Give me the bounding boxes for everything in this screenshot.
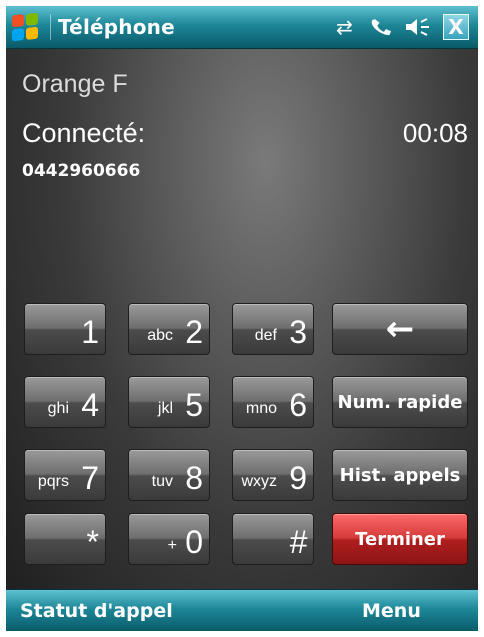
call-status-softkey[interactable]: Statut d'appel xyxy=(20,600,173,622)
end-call-button[interactable]: Terminer xyxy=(332,513,468,565)
soft-key-bar: Statut d'appel Menu xyxy=(6,589,478,631)
phone-screen: Téléphone ⇄ X Orange F Connecté: 00:08 0… xyxy=(6,6,478,631)
sync-arrows-icon[interactable]: ⇄ xyxy=(336,15,353,39)
key-5[interactable]: jkl 5 xyxy=(128,376,210,428)
key-letters: mno xyxy=(245,400,277,417)
key-digit: 0 xyxy=(185,524,203,560)
key-hash[interactable]: # xyxy=(232,513,314,565)
menu-softkey[interactable]: Menu xyxy=(362,600,421,622)
speaker-icon-shape xyxy=(406,18,429,36)
key-digit: * xyxy=(86,524,99,560)
key-9[interactable]: wxyz 9 xyxy=(232,449,314,501)
key-digit: # xyxy=(289,524,307,560)
key-digit: 2 xyxy=(185,314,203,350)
call-number: 0442960666 xyxy=(22,161,141,181)
key-letters: ghi xyxy=(47,400,69,417)
key-digit: 5 xyxy=(185,387,203,423)
title-bar: Téléphone ⇄ X xyxy=(6,6,478,49)
key-letters: jkl xyxy=(157,400,173,417)
windows-start-icon[interactable] xyxy=(12,12,38,42)
key-6[interactable]: mno 6 xyxy=(232,376,314,428)
title-separator xyxy=(50,14,51,40)
key-digit: 7 xyxy=(81,460,99,496)
key-7[interactable]: pqrs 7 xyxy=(24,449,106,501)
speed-dial-button[interactable]: Num. rapide xyxy=(332,376,468,428)
backspace-arrow-icon: ← xyxy=(385,309,415,349)
phone-handset-icon-shape xyxy=(371,19,392,36)
key-digit: 8 xyxy=(185,460,203,496)
key-letters: tuv xyxy=(151,473,173,490)
call-status: Connecté: xyxy=(22,118,146,148)
operator-name: Orange F xyxy=(22,70,128,98)
phone-handset-icon[interactable] xyxy=(368,12,399,47)
key-3[interactable]: def 3 xyxy=(232,303,314,355)
speaker-icon[interactable] xyxy=(404,15,432,44)
key-digit: 9 xyxy=(289,460,307,496)
key-letters: def xyxy=(254,327,277,344)
key-1[interactable]: 1 xyxy=(24,303,106,355)
key-digit: 3 xyxy=(289,314,307,350)
key-2[interactable]: abc 2 xyxy=(128,303,210,355)
key-8[interactable]: tuv 8 xyxy=(128,449,210,501)
app-title: Téléphone xyxy=(58,15,175,39)
call-timer: 00:08 xyxy=(402,118,468,148)
key-digit: 1 xyxy=(81,314,99,350)
key-digit: 4 xyxy=(81,387,99,423)
key-star[interactable]: * xyxy=(24,513,106,565)
key-letters: pqrs xyxy=(37,473,69,490)
key-0[interactable]: + 0 xyxy=(128,513,210,565)
close-button[interactable]: X xyxy=(443,14,469,40)
key-4[interactable]: ghi 4 xyxy=(24,376,106,428)
key-letters: wxyz xyxy=(241,473,277,490)
call-history-button[interactable]: Hist. appels xyxy=(332,449,468,501)
key-digit: 6 xyxy=(289,387,307,423)
key-letters: + xyxy=(167,537,177,554)
key-letters: abc xyxy=(147,327,173,344)
backspace-button[interactable]: ← xyxy=(332,303,468,355)
